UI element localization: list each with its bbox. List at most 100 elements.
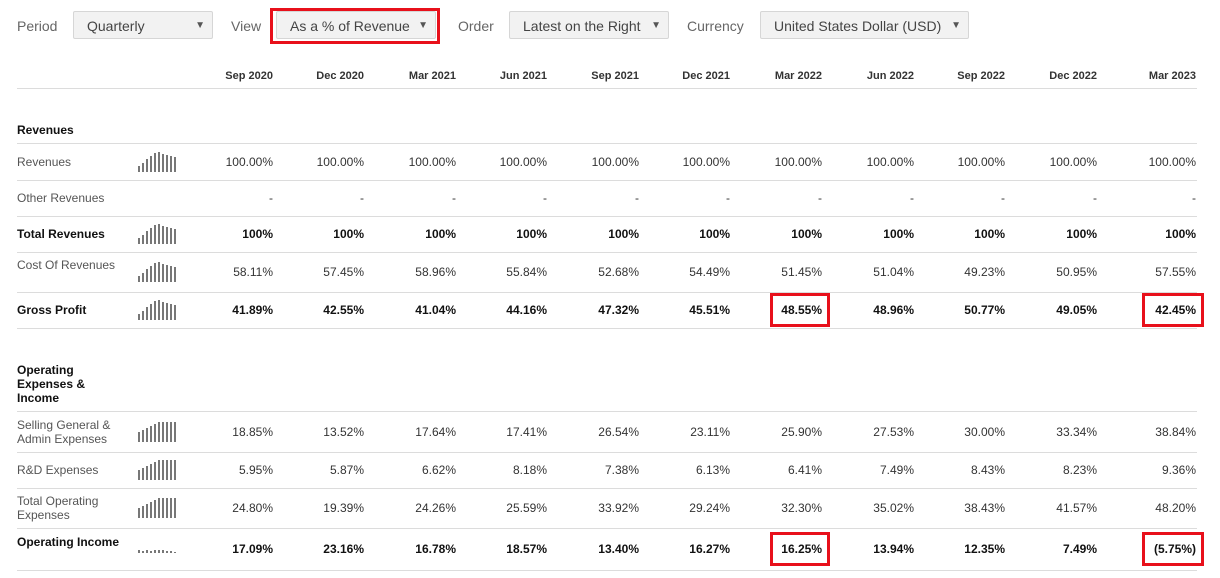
sparkline-bar [142,430,144,442]
sparkline-chart[interactable] [138,498,182,518]
sparkline-bar [150,266,152,282]
sparkline-bar [138,432,140,442]
table-cell: 57.55% [1155,265,1196,279]
sparkline-bar [162,498,164,518]
table-cell: 13.94% [873,542,914,556]
table-cell: 25.59% [506,501,547,515]
order-select[interactable]: Latest on the Right ▼ [509,11,669,39]
sparkline-chart[interactable] [138,224,182,244]
sparkline-bar [170,422,172,442]
chevron-down-icon: ▼ [651,20,661,31]
row-divider [17,180,1197,181]
column-header[interactable]: Mar 2022 [742,70,822,82]
sparkline-bar [158,224,160,244]
sparkline-bar [158,498,160,518]
sparkline-chart[interactable] [138,539,182,559]
period-select-value: Quarterly [87,18,145,34]
sparkline-bar [150,551,152,553]
table-cell: 7.49% [879,463,914,477]
table-cell: 12.35% [964,542,1005,556]
column-header[interactable]: Sep 2020 [193,70,273,82]
row-label: Gross Profit [17,303,87,317]
sparkline-bar [170,460,172,480]
sparkline-bar [150,502,152,518]
column-header[interactable]: Jun 2022 [834,70,914,82]
view-label: View [231,18,262,34]
row-label: Selling General & Admin Expenses [17,418,111,446]
sparkline-chart[interactable] [138,422,182,442]
table-cell: 41.89% [232,303,273,317]
row-label: R&D Expenses [17,463,99,477]
sparkline-chart[interactable] [138,300,182,320]
table-cell: 17.09% [232,542,273,556]
table-cell: 100.00% [499,155,547,169]
table-cell: 35.02% [873,501,914,515]
table-cell: 8.23% [1062,463,1097,477]
column-header[interactable]: Mar 2023 [1116,70,1196,82]
sparkline-bar [166,498,168,518]
column-header[interactable]: Mar 2021 [376,70,456,82]
sparkline-bar [138,166,140,172]
table-cell: 100% [242,227,273,241]
currency-label: Currency [687,18,744,34]
table-cell: 48.20% [1155,501,1196,515]
sparkline-bar [138,470,140,480]
row-divider [17,252,1197,253]
sparkline-bar [150,426,152,442]
column-header[interactable]: Dec 2021 [650,70,730,82]
table-cell: 7.38% [604,463,639,477]
sparkline-bar [138,508,140,518]
table-cell: - [726,191,730,205]
sparkline-bar [146,159,148,172]
sparkline-bar [146,307,148,320]
chevron-down-icon: ▼ [195,20,205,31]
table-cell: 26.54% [598,425,639,439]
sparkline-bar [154,301,156,320]
table-cell: 42.55% [323,303,364,317]
table-cell: 57.45% [323,265,364,279]
column-header[interactable]: Dec 2022 [1017,70,1097,82]
section-divider [17,143,1197,144]
table-cell: 16.27% [689,542,730,556]
sparkline-bar [174,305,176,320]
column-header[interactable]: Jun 2021 [467,70,547,82]
table-cell: 5.87% [329,463,364,477]
sparkline-bar [162,226,164,244]
table-cell: 16.78% [415,542,456,556]
sparkline-bar [154,225,156,244]
table-cell: 100.00% [316,155,364,169]
column-header[interactable]: Sep 2022 [925,70,1005,82]
table-cell: 49.23% [964,265,1005,279]
column-header[interactable]: Sep 2021 [559,70,639,82]
table-cell: - [818,191,822,205]
sparkline-bar [154,462,156,480]
row-divider [17,452,1197,453]
table-cell: 24.26% [415,501,456,515]
table-cell: 100% [516,227,547,241]
table-cell: - [635,191,639,205]
toolbar: Period Quarterly ▼ View As a % of Revenu… [0,0,1220,52]
sparkline-bar [166,155,168,172]
table-cell: 100% [1165,227,1196,241]
sparkline-chart[interactable] [138,152,182,172]
sparkline-bar [150,304,152,320]
sparkline-chart[interactable] [138,262,182,282]
table-cell: - [1001,191,1005,205]
sparkline-bar [166,422,168,442]
column-header[interactable]: Dec 2020 [284,70,364,82]
table-cell: 100% [1066,227,1097,241]
table-cell: 51.04% [873,265,914,279]
sparkline-bar [138,276,140,282]
table-cell: 50.95% [1056,265,1097,279]
sparkline-bar [162,549,164,553]
table-cell: 9.36% [1161,463,1196,477]
sparkline-bar [170,498,172,518]
period-select[interactable]: Quarterly ▼ [73,11,213,39]
table-cell: 13.52% [323,425,364,439]
table-cell: 38.43% [964,501,1005,515]
view-highlight-box [270,8,440,44]
sparkline-chart[interactable] [138,460,182,480]
table-cell: 100.00% [957,155,1005,169]
table-cell: 100% [883,227,914,241]
currency-select[interactable]: United States Dollar (USD) ▼ [760,11,969,39]
